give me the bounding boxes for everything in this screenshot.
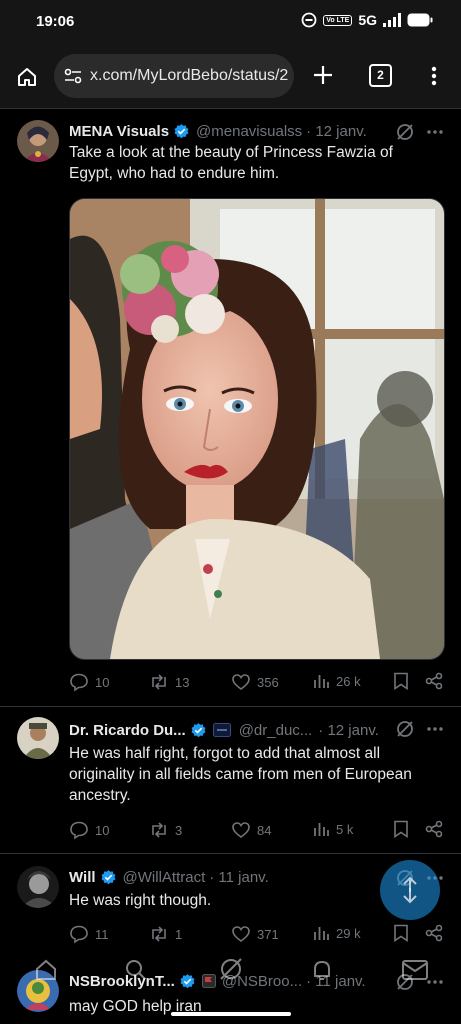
- tweet-date[interactable]: · 12 janv.: [318, 722, 379, 739]
- repost-button[interactable]: 13: [149, 672, 189, 692]
- status-bar: 19:06 Vo LTE 5G: [0, 0, 461, 44]
- volte-badge: Vo LTE: [323, 14, 353, 26]
- repost-count: 13: [175, 674, 190, 690]
- display-name[interactable]: Will: [69, 869, 96, 886]
- like-button[interactable]: 371: [231, 924, 279, 944]
- tab-switcher-button[interactable]: 2: [369, 64, 392, 87]
- search-nav-icon[interactable]: [124, 958, 148, 982]
- tweet-2[interactable]: Dr. Ricardo Du... @dr_duc... · 12 janv. …: [0, 707, 461, 853]
- avatar[interactable]: [17, 717, 59, 759]
- reply-button[interactable]: 10: [69, 820, 109, 840]
- reply-count: 11: [95, 926, 109, 942]
- home-nav-icon[interactable]: [34, 958, 58, 982]
- verified-badge-icon: [100, 869, 117, 886]
- reply-count: 10: [95, 822, 110, 838]
- tweet-text: Take a look at the beauty of Princess Fa…: [69, 144, 393, 182]
- browser-toolbar: x.com/MyLordBebo/status/2 2: [0, 44, 461, 109]
- bookmark-button[interactable]: [393, 924, 409, 942]
- do-not-disturb-icon: [301, 12, 317, 28]
- more-options-icon[interactable]: [427, 130, 443, 134]
- url-text[interactable]: x.com/MyLordBebo/status/2: [90, 67, 288, 85]
- like-button[interactable]: 356: [231, 672, 279, 692]
- share-button[interactable]: [425, 924, 443, 942]
- tweet-3-action-bar: 11 1 371 29 k: [69, 924, 443, 944]
- like-button[interactable]: 84: [231, 820, 271, 840]
- messages-nav-icon[interactable]: [402, 960, 428, 980]
- tweet-header: Dr. Ricardo Du... @dr_duc... · 12 janv.: [69, 719, 401, 741]
- views-button[interactable]: 26 k: [312, 672, 361, 690]
- signal-icon: [383, 13, 401, 27]
- battery-icon: [407, 13, 433, 27]
- reply-button[interactable]: 11: [69, 924, 109, 944]
- reply-count: 10: [95, 674, 110, 690]
- new-tab-icon[interactable]: [312, 64, 334, 86]
- tweet-text: He was half right, forgot to add that al…: [69, 745, 412, 804]
- affiliate-badge-icon: [212, 723, 231, 737]
- handle[interactable]: @menavisualss: [196, 123, 302, 140]
- grok-icon[interactable]: [395, 719, 415, 739]
- display-name[interactable]: Dr. Ricardo Du...: [69, 722, 186, 739]
- view-count: 29 k: [336, 925, 361, 941]
- bottom-navigation: [0, 942, 461, 1012]
- tweet-media-image[interactable]: [69, 198, 445, 660]
- gesture-bar[interactable]: [171, 1012, 291, 1016]
- tweet-date[interactable]: · 12 janv.: [306, 123, 367, 140]
- tweet-header: MENA Visuals @menavisualss · 12 janv.: [69, 120, 401, 142]
- notifications-nav-icon[interactable]: [310, 958, 334, 982]
- network-label: 5G: [358, 12, 377, 28]
- repost-button[interactable]: 3: [149, 820, 182, 840]
- views-button[interactable]: 5 k: [312, 820, 353, 838]
- verified-badge-icon: [190, 722, 207, 739]
- views-button[interactable]: 29 k: [312, 924, 361, 942]
- repost-count: 1: [175, 926, 183, 942]
- clock: 19:06: [36, 13, 75, 30]
- reply-button[interactable]: 10: [69, 672, 109, 692]
- site-settings-icon[interactable]: [64, 68, 82, 84]
- status-icons: Vo LTE 5G: [301, 12, 433, 28]
- verified-badge-icon: [173, 123, 190, 140]
- home-icon[interactable]: [16, 66, 38, 88]
- handle[interactable]: @WillAttract: [123, 869, 206, 886]
- repost-button[interactable]: 1: [149, 924, 182, 944]
- address-bar[interactable]: x.com/MyLordBebo/status/2: [54, 54, 294, 98]
- bookmark-button[interactable]: [393, 672, 409, 690]
- repost-count: 3: [175, 822, 183, 838]
- handle[interactable]: @dr_duc...: [239, 722, 313, 739]
- like-count: 356: [257, 674, 279, 690]
- tweet-1-action-bar: 10 13 356 26 k: [69, 672, 443, 692]
- avatar[interactable]: [17, 120, 59, 162]
- view-count: 26 k: [336, 673, 361, 689]
- share-button[interactable]: [425, 820, 443, 838]
- more-options-icon[interactable]: [427, 727, 443, 731]
- compose-button[interactable]: [380, 860, 440, 920]
- tweet-date[interactable]: · 11 janv.: [209, 869, 268, 886]
- bookmark-button[interactable]: [393, 820, 409, 838]
- overflow-menu-icon[interactable]: [431, 66, 437, 86]
- view-count: 5 k: [336, 821, 354, 837]
- tweet-2-action-bar: 10 3 84 5 k: [69, 820, 443, 840]
- grok-nav-icon[interactable]: [218, 956, 244, 982]
- tweet-header: Will @WillAttract · 11 janv.: [69, 866, 401, 888]
- like-count: 84: [257, 822, 272, 838]
- grok-icon[interactable]: [395, 122, 415, 142]
- avatar[interactable]: [17, 866, 59, 908]
- display-name[interactable]: MENA Visuals: [69, 123, 169, 140]
- like-count: 371: [257, 926, 279, 942]
- share-button[interactable]: [425, 672, 443, 690]
